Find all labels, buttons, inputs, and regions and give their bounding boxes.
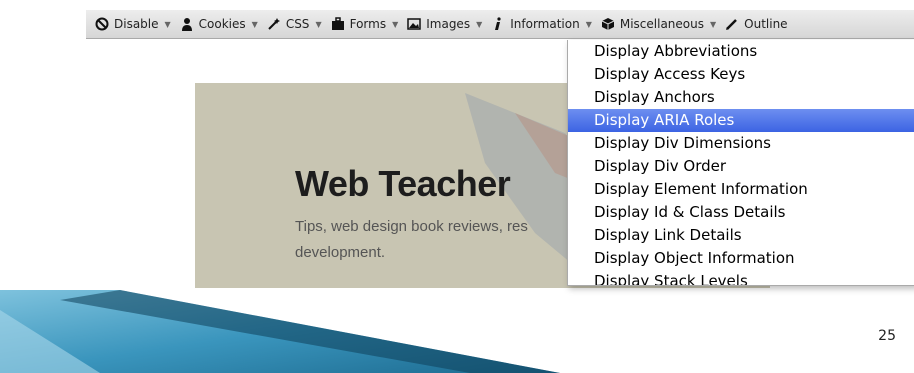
menu-item-display-aria-roles[interactable]: Display ARIA Roles <box>568 109 914 132</box>
toolbar-cookies-label: Cookies <box>198 17 246 31</box>
chevron-down-icon: ▼ <box>476 19 483 29</box>
toolbar-images-menu[interactable]: Images ▼ <box>406 16 482 32</box>
toolbar-disable-label: Disable <box>114 17 159 31</box>
toolbar-outline-menu[interactable]: Outline <box>724 16 788 32</box>
toolbar-forms-menu[interactable]: Forms ▼ <box>330 16 399 32</box>
wand-icon <box>266 16 282 32</box>
slide-number: 25 <box>878 328 896 344</box>
toolbar-miscellaneous-menu[interactable]: Miscellaneous ▼ <box>600 16 716 32</box>
toolbar-css-menu[interactable]: CSS ▼ <box>266 16 322 32</box>
menu-item-display-id-class-details[interactable]: Display Id & Class Details <box>568 201 914 224</box>
developer-toolbar: Disable ▼ Cookies ▼ CSS ▼ Forms ▼ Images… <box>86 10 914 39</box>
toolbar-information-menu[interactable]: Information ▼ <box>490 16 592 32</box>
toolbar-cookies-menu[interactable]: Cookies ▼ <box>179 16 258 32</box>
page-title: Web Teacher <box>295 163 511 204</box>
toolbar-images-label: Images <box>426 17 471 31</box>
information-dropdown-menu: Display Abbreviations Display Access Key… <box>567 40 914 286</box>
toolbar-outline-label: Outline <box>744 17 788 31</box>
chevron-down-icon: ▼ <box>585 19 592 29</box>
menu-item-display-access-keys[interactable]: Display Access Keys <box>568 63 914 86</box>
pencil-icon <box>724 16 740 32</box>
menu-item-display-div-order[interactable]: Display Div Order <box>568 155 914 178</box>
person-icon <box>179 16 195 32</box>
chevron-down-icon: ▼ <box>164 19 171 29</box>
briefcase-icon <box>330 16 346 32</box>
menu-item-display-abbreviations[interactable]: Display Abbreviations <box>568 40 914 63</box>
toolbar-disable-menu[interactable]: Disable ▼ <box>94 16 171 32</box>
image-icon <box>406 16 422 32</box>
menu-item-display-element-information[interactable]: Display Element Information <box>568 178 914 201</box>
menu-item-display-stack-levels[interactable]: Display Stack Levels <box>568 270 914 285</box>
toolbar-css-label: CSS <box>285 17 310 31</box>
chevron-down-icon: ▼ <box>251 19 258 29</box>
box-icon <box>600 16 616 32</box>
toolbar-forms-label: Forms <box>349 17 387 31</box>
no-icon <box>94 16 110 32</box>
info-icon <box>490 16 506 32</box>
toolbar-information-label: Information <box>510 17 580 31</box>
menu-item-display-anchors[interactable]: Display Anchors <box>568 86 914 109</box>
menu-item-display-link-details[interactable]: Display Link Details <box>568 224 914 247</box>
chevron-down-icon: ▼ <box>392 19 399 29</box>
chevron-down-icon: ▼ <box>315 19 322 29</box>
toolbar-miscellaneous-label: Miscellaneous <box>619 17 704 31</box>
chevron-down-icon: ▼ <box>710 19 717 29</box>
menu-item-display-div-dimensions[interactable]: Display Div Dimensions <box>568 132 914 155</box>
menu-item-display-object-information[interactable]: Display Object Information <box>568 247 914 270</box>
slide-wedge-graphic <box>0 290 560 373</box>
